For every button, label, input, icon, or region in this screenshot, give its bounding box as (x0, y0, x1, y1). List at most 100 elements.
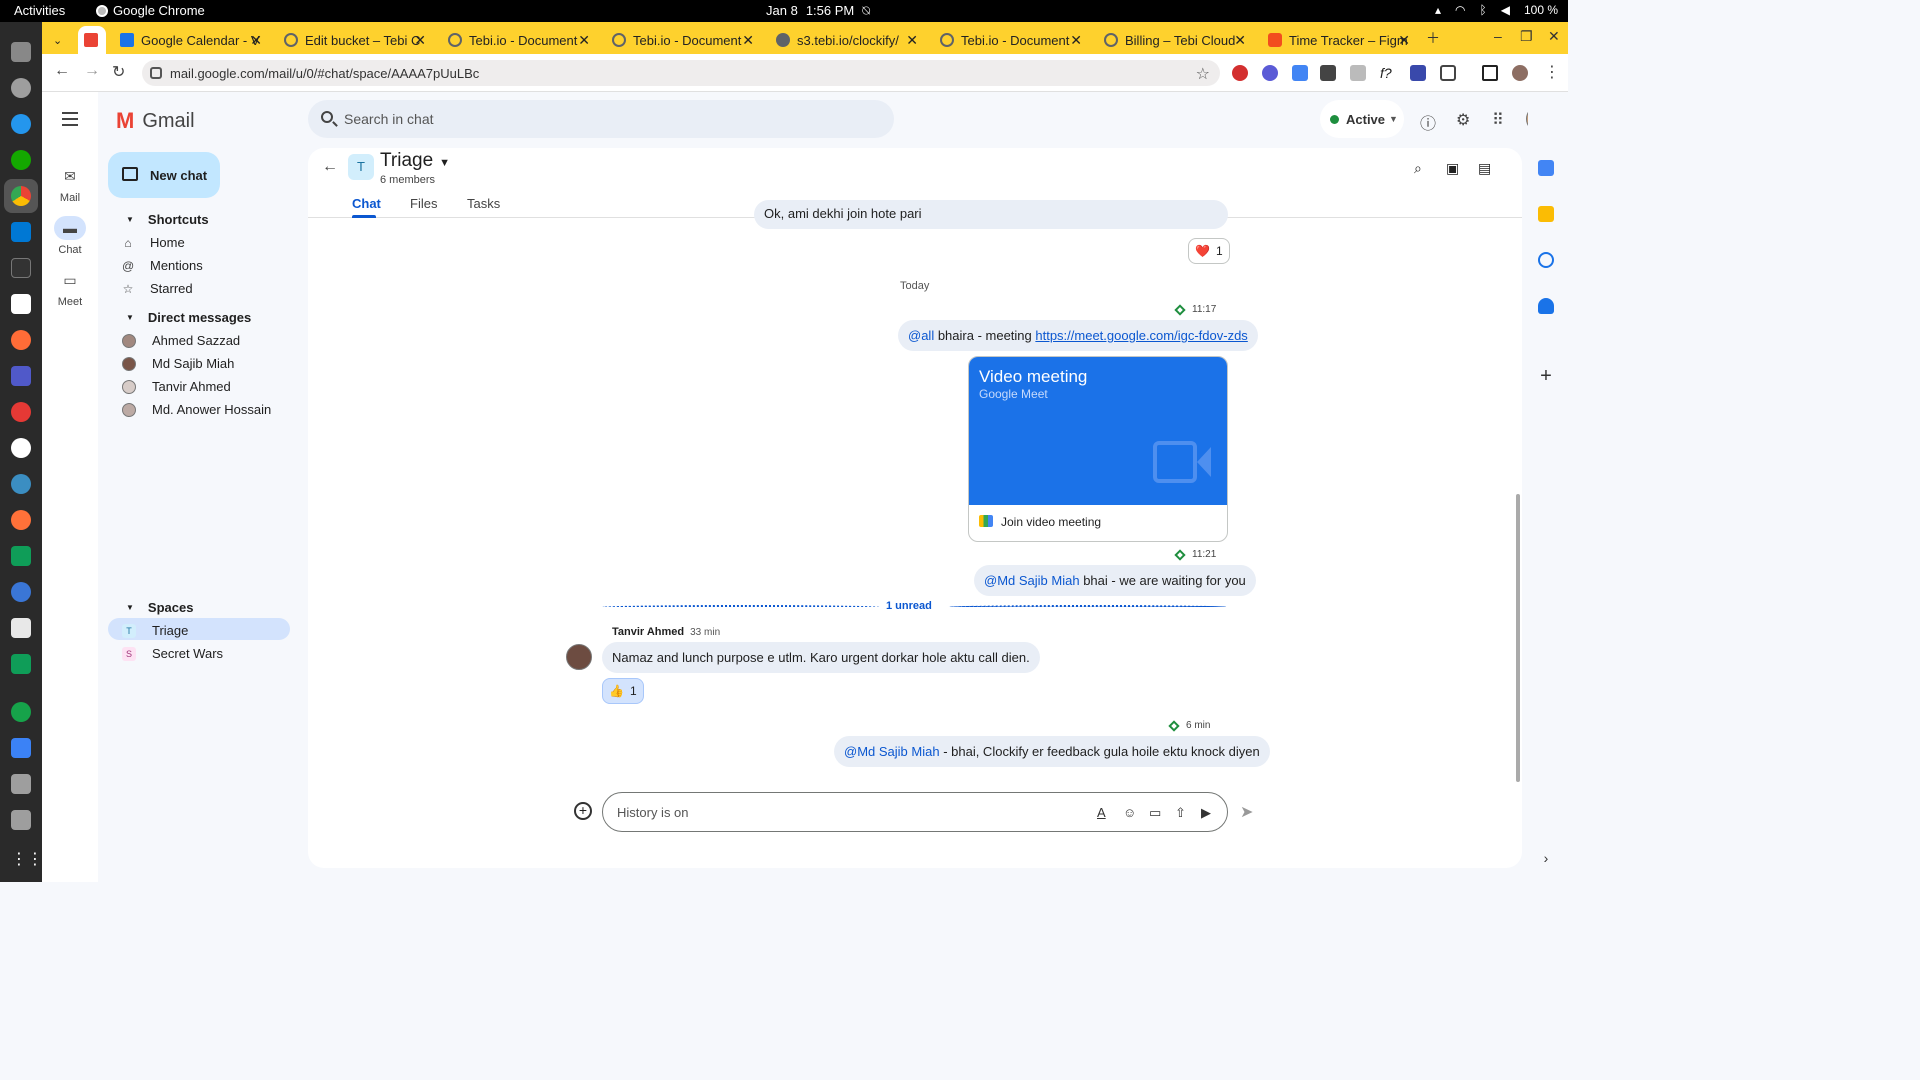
threads-icon[interactable]: ▤ (1478, 160, 1491, 177)
rail-item-chat[interactable]: ▬ Chat (42, 216, 98, 256)
tab-5[interactable]: s3.tebi.io/clockify/ ✕ (766, 26, 926, 54)
site-info-icon[interactable] (150, 67, 162, 79)
close-tab-icon[interactable]: ✕ (1398, 32, 1410, 49)
direct-messages-header[interactable]: ▼ Direct messages (126, 310, 251, 325)
tab-1[interactable]: Google Calendar - V ✕ (110, 26, 270, 54)
close-tab-icon[interactable]: ✕ (742, 32, 754, 49)
search-input[interactable]: Search in chat (308, 100, 894, 138)
shortcut-starred[interactable]: ☆ Starred (122, 281, 193, 296)
close-tab-icon[interactable]: ✕ (578, 32, 590, 49)
space-title-dropdown[interactable]: Triage ▼ (380, 150, 450, 172)
extension-snowflake-icon[interactable] (1262, 65, 1278, 81)
gif-icon[interactable]: ▭ (1149, 805, 1161, 821)
chat-scrollbar[interactable] (1516, 494, 1520, 782)
tab-6[interactable]: Tebi.io - Document ✕ (930, 26, 1090, 54)
text-editor-icon[interactable] (11, 618, 31, 638)
text-format-icon[interactable]: A (1097, 805, 1106, 820)
tab-3[interactable]: Tebi.io - Document ✕ (438, 26, 598, 54)
upload-icon[interactable]: ⇧ (1175, 805, 1186, 821)
search-icon[interactable] (321, 111, 333, 123)
video-meeting-icon[interactable]: ▶ (1201, 805, 1211, 821)
gmail-logo[interactable]: M Gmail (116, 108, 195, 134)
screenshot-icon[interactable] (1350, 65, 1366, 81)
status-dropdown[interactable]: Active ▼ (1320, 100, 1404, 138)
teams-icon[interactable] (11, 366, 31, 386)
settings-icon[interactable] (11, 78, 31, 98)
app-cube-icon[interactable] (11, 738, 31, 758)
extensions-puzzle-icon[interactable] (1440, 65, 1456, 81)
mention-user[interactable]: @Md Sajib Miah (844, 744, 940, 759)
inkscape-icon[interactable] (11, 294, 31, 314)
reaction-thumbs-up[interactable]: 👍 1 (602, 678, 644, 704)
help-icon[interactable]: ⓘ (1420, 110, 1436, 134)
extension-f-icon[interactable] (1320, 65, 1336, 81)
tab-tasks[interactable]: Tasks (467, 196, 500, 211)
dm-tanvir-ahmed[interactable]: Tanvir Ahmed (122, 379, 231, 394)
close-tab-icon[interactable]: ✕ (414, 32, 426, 49)
close-tab-icon[interactable]: ✕ (250, 32, 262, 49)
mongodb-icon[interactable] (11, 438, 31, 458)
tasks-icon[interactable] (1538, 252, 1554, 268)
chrome-dock-icon[interactable] (11, 186, 31, 206)
formula-icon[interactable]: f? (1380, 65, 1396, 81)
app-red-icon[interactable] (11, 402, 31, 422)
app-blue-icon[interactable] (11, 474, 31, 494)
rail-item-meet[interactable]: ▭ Meet (42, 268, 98, 309)
maximize-icon[interactable]: ❐ (1520, 28, 1533, 45)
terminal-icon[interactable] (11, 258, 31, 278)
close-tab-icon[interactable]: ✕ (906, 32, 918, 49)
back-icon[interactable]: ← (54, 62, 70, 80)
minimize-icon[interactable]: – (1494, 28, 1502, 44)
side-panel-icon[interactable] (1482, 65, 1498, 81)
firefox-icon[interactable] (11, 510, 31, 530)
app-swirl-icon[interactable] (11, 582, 31, 602)
apps-grid-icon[interactable]: ⠿ (1492, 110, 1504, 130)
tab-gmail-active[interactable] (78, 26, 106, 54)
message-bubble-waiting[interactable]: @Md Sajib Miah bhai - we are waiting for… (974, 565, 1256, 596)
message-bubble-feedback[interactable]: @Md Sajib Miah - bhai, Clockify er feedb… (834, 736, 1270, 767)
google-chat-icon[interactable] (11, 654, 31, 674)
tab-chat[interactable]: Chat (352, 196, 381, 211)
shortcuts-header[interactable]: ▼ Shortcuts (126, 212, 209, 227)
main-menu-icon[interactable] (62, 112, 78, 130)
sender-name[interactable]: Tanvir Ahmed (612, 626, 684, 638)
mention-user[interactable]: @Md Sajib Miah (984, 573, 1080, 588)
dm-ahmed-sazzad[interactable]: Ahmed Sazzad (122, 333, 240, 348)
browser-menu-icon[interactable]: ⋮ (1544, 62, 1560, 82)
message-bubble-incoming[interactable]: Namaz and lunch purpose e utlm. Karo urg… (602, 642, 1040, 673)
docker-icon[interactable] (11, 114, 31, 134)
contacts-icon[interactable] (1538, 298, 1554, 314)
close-window-icon[interactable]: ✕ (1548, 28, 1560, 45)
rail-item-mail[interactable]: ✉ Mail (42, 164, 98, 205)
back-arrow-icon[interactable]: ← (322, 158, 338, 176)
search-in-space-icon[interactable]: ⌕ (1414, 160, 1422, 177)
activities-button[interactable]: Activities (14, 3, 65, 18)
ssd-2-icon[interactable] (11, 810, 31, 830)
emoji-icon[interactable]: ☺ (1123, 805, 1136, 820)
spaces-header[interactable]: ▼ Spaces (126, 600, 193, 615)
adblock-icon[interactable] (1232, 65, 1248, 81)
sheets-icon[interactable] (11, 546, 31, 566)
settings-gear-icon[interactable]: ⚙ (1456, 110, 1470, 130)
ssd-icon[interactable] (11, 774, 31, 794)
clock[interactable]: Jan 8 1:56 PM ⍉ (766, 3, 870, 19)
tab-files[interactable]: Files (410, 196, 437, 211)
files-icon[interactable] (11, 42, 31, 62)
mention-all[interactable]: @all (908, 328, 934, 343)
new-chat-button[interactable]: New chat (108, 152, 220, 198)
meet-link[interactable]: https://meet.google.com/igc-fdov-zds (1035, 328, 1247, 343)
calendar-icon[interactable] (1538, 160, 1554, 176)
member-count[interactable]: 6 members (380, 174, 435, 186)
message-bubble-previous[interactable]: Ok, ami dekhi join hote pari (754, 200, 1228, 229)
upwork-icon[interactable] (11, 150, 31, 170)
dm-md-sajib-miah[interactable]: Md Sajib Miah (122, 356, 234, 371)
message-input[interactable]: History is on A ☺ ▭ ⇧ ▶ (602, 792, 1228, 832)
forward-icon[interactable]: → (84, 62, 100, 80)
space-item-triage[interactable]: T Triage (122, 623, 188, 638)
close-tab-icon[interactable]: ✕ (1234, 32, 1246, 49)
shortcut-mentions[interactable]: @ Mentions (122, 258, 203, 273)
app-green-icon[interactable] (11, 702, 31, 722)
bookmark-star-icon[interactable]: ☆ (1196, 64, 1210, 84)
dm-anower-hossain[interactable]: Md. Anower Hossain (122, 402, 271, 417)
keep-icon[interactable] (1538, 206, 1554, 222)
